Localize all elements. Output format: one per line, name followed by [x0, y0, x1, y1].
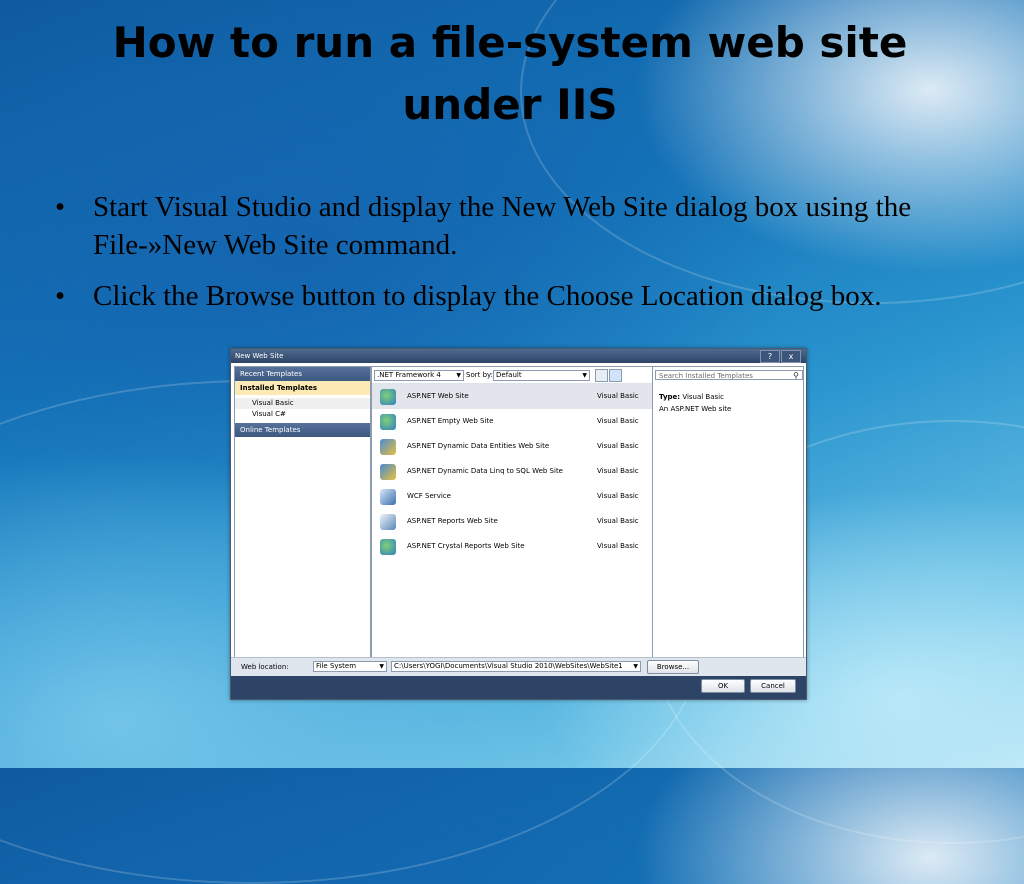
- globe-icon: [380, 414, 396, 430]
- type-label: Type:: [659, 393, 681, 401]
- template-row[interactable]: WCF Service Visual Basic: [372, 484, 652, 509]
- search-icon[interactable]: ⚲: [793, 371, 799, 381]
- chevron-down-icon: ▼: [582, 372, 587, 379]
- template-name: ASP.NET Reports Web Site: [407, 517, 498, 525]
- globe-icon: [380, 539, 396, 555]
- chevron-down-icon: ▼: [633, 663, 638, 670]
- category-visual-csharp[interactable]: Visual C#: [235, 409, 370, 420]
- type-value: Visual Basic: [682, 393, 724, 401]
- template-name: ASP.NET Dynamic Data Entities Web Site: [407, 442, 550, 450]
- dialog-titlebar[interactable]: New Web Site ? x: [231, 349, 806, 363]
- bullet-text: Start Visual Studio and display the New …: [93, 191, 912, 261]
- bullet-glyph: •: [55, 191, 66, 223]
- chevron-down-icon: ▼: [456, 372, 461, 379]
- installed-templates-header[interactable]: Installed Templates: [235, 381, 370, 395]
- data-icon: [380, 439, 396, 455]
- service-icon: [380, 489, 396, 505]
- sort-by-value: Default: [496, 371, 522, 379]
- bullet-text: Click the Browse button to display the C…: [93, 280, 882, 312]
- dialog-title: New Web Site: [235, 352, 284, 360]
- template-language: Visual Basic: [597, 392, 639, 400]
- close-button[interactable]: x: [781, 350, 801, 363]
- template-language: Visual Basic: [597, 517, 639, 525]
- template-language: Visual Basic: [597, 492, 639, 500]
- template-name: ASP.NET Empty Web Site: [407, 417, 494, 425]
- template-list-pane: .NET Framework 4 ▼ Sort by: Default ▼ AS…: [371, 366, 653, 658]
- chevron-down-icon: ▼: [379, 663, 384, 670]
- template-row[interactable]: ASP.NET Crystal Reports Web Site Visual …: [372, 534, 652, 559]
- template-language: Visual Basic: [597, 542, 639, 550]
- template-name: ASP.NET Web Site: [407, 392, 469, 400]
- dialog-footer: OK Cancel: [231, 676, 806, 699]
- framework-select[interactable]: .NET Framework 4 ▼: [374, 370, 464, 381]
- report-icon: [380, 514, 396, 530]
- location-type-value: File System: [316, 662, 357, 670]
- cancel-button[interactable]: Cancel: [750, 679, 796, 693]
- template-name: WCF Service: [407, 492, 451, 500]
- template-type: Type: Visual Basic: [659, 393, 724, 401]
- template-name: ASP.NET Crystal Reports Web Site: [407, 542, 525, 550]
- location-type-select[interactable]: File System ▼: [313, 661, 387, 672]
- help-button[interactable]: ?: [760, 350, 780, 363]
- template-toolbar: .NET Framework 4 ▼ Sort by: Default ▼: [372, 367, 652, 384]
- list-view-icon[interactable]: [609, 369, 622, 382]
- search-placeholder: Search Installed Templates: [659, 372, 753, 380]
- template-language: Visual Basic: [597, 442, 639, 450]
- globe-icon: [380, 389, 396, 405]
- template-name: ASP.NET Dynamic Data Linq to SQL Web Sit…: [407, 467, 563, 475]
- ok-button[interactable]: OK: [701, 679, 745, 693]
- web-location-label: Web location:: [241, 663, 289, 671]
- template-details-pane: Search Installed Templates ⚲ Type: Visua…: [652, 366, 804, 658]
- location-path-input[interactable]: C:\Users\YOGI\Documents\Visual Studio 20…: [391, 661, 641, 672]
- template-row[interactable]: ASP.NET Empty Web Site Visual Basic: [372, 409, 652, 434]
- slide-title: How to run a file-system web site under …: [112, 18, 908, 129]
- template-row[interactable]: ASP.NET Dynamic Data Entities Web Site V…: [372, 434, 652, 459]
- sort-by-label: Sort by:: [466, 371, 494, 379]
- framework-value: .NET Framework 4: [377, 371, 441, 379]
- small-icons-view-icon[interactable]: [595, 369, 608, 382]
- location-bar: Web location: File System ▼ C:\Users\YOG…: [231, 657, 806, 676]
- data-icon: [380, 464, 396, 480]
- category-visual-basic[interactable]: Visual Basic: [235, 398, 370, 409]
- bullet-list: • Start Visual Studio and display the Ne…: [55, 188, 975, 328]
- search-input[interactable]: Search Installed Templates ⚲: [655, 370, 803, 380]
- bullet-glyph: •: [55, 280, 66, 312]
- template-language: Visual Basic: [597, 417, 639, 425]
- recent-templates-header[interactable]: Recent Templates: [235, 367, 370, 381]
- sort-by-select[interactable]: Default ▼: [493, 370, 590, 381]
- template-row[interactable]: ASP.NET Reports Web Site Visual Basic: [372, 509, 652, 534]
- new-web-site-dialog: New Web Site ? x Recent Templates Instal…: [230, 348, 807, 700]
- template-language: Visual Basic: [597, 467, 639, 475]
- location-path-value: C:\Users\YOGI\Documents\Visual Studio 20…: [394, 662, 623, 670]
- bullet-item: • Start Visual Studio and display the Ne…: [55, 188, 975, 264]
- bullet-item: • Click the Browse button to display the…: [55, 277, 975, 315]
- template-row[interactable]: ASP.NET Dynamic Data Linq to SQL Web Sit…: [372, 459, 652, 484]
- browse-button[interactable]: Browse...: [647, 660, 699, 674]
- template-description: An ASP.NET Web site: [659, 405, 732, 413]
- template-category-pane: Recent Templates Installed Templates Vis…: [234, 366, 371, 658]
- online-templates-header[interactable]: Online Templates: [235, 423, 370, 437]
- template-row[interactable]: ASP.NET Web Site Visual Basic: [372, 384, 652, 409]
